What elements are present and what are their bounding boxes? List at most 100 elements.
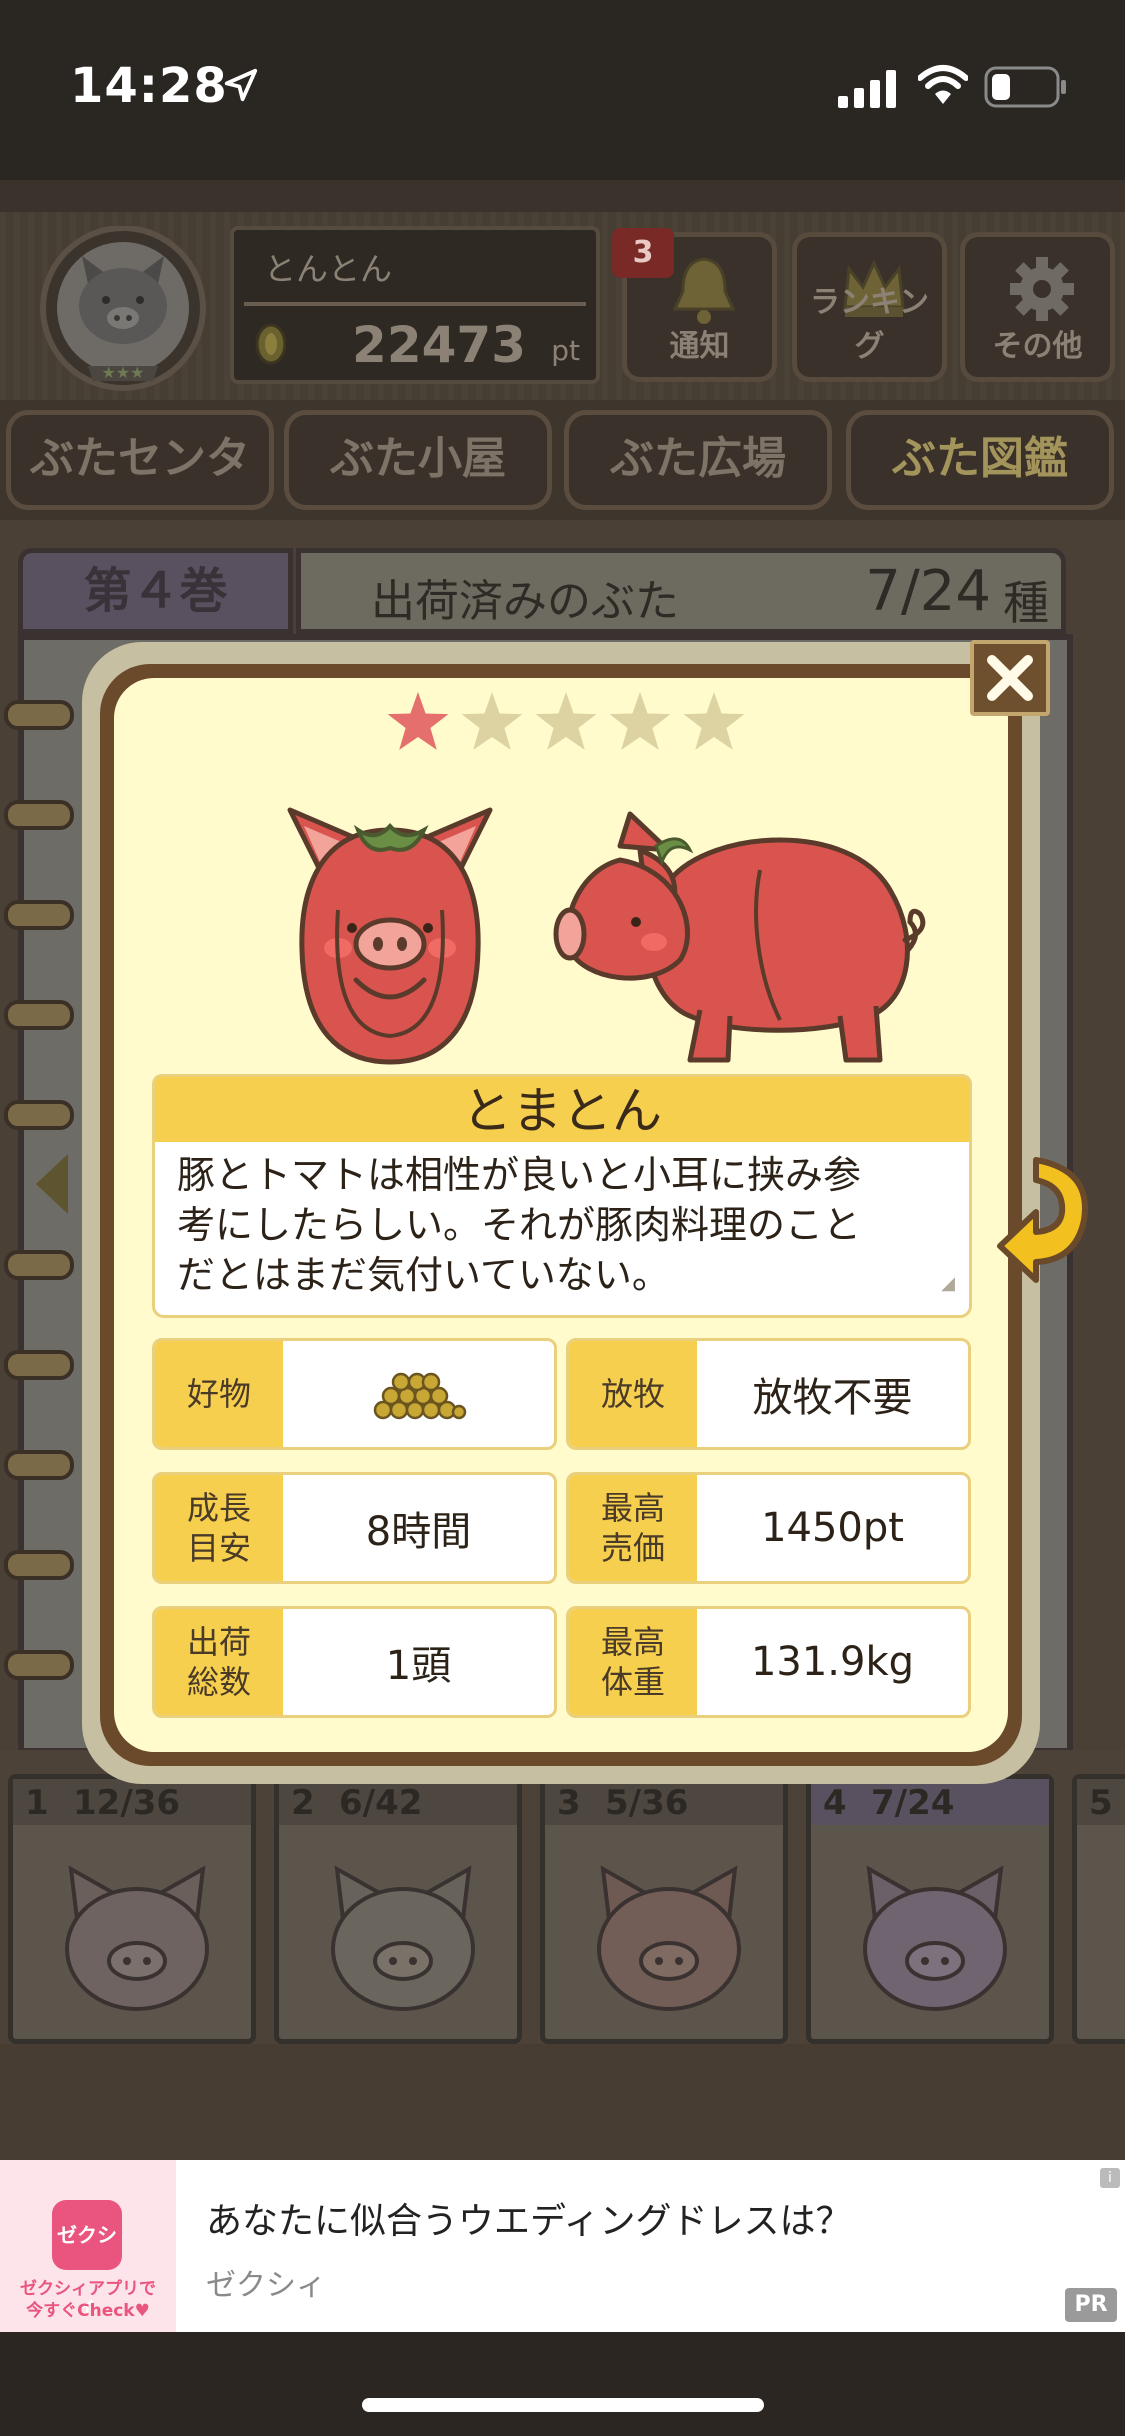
stat-label: 最高 売価 [569,1475,697,1581]
stat-shipped-total: 出荷 総数 1頭 [152,1606,557,1718]
volume-card-4[interactable]: 4 7/24 [806,1774,1054,2044]
status-bar: 14:28 [0,0,1125,180]
corner-mark: ◢ [941,1273,955,1294]
ranking-button[interactable]: ランキング [792,232,947,382]
pig-face-icon [863,1865,1007,2011]
stat-label-line: 出荷 [186,1623,251,1661]
volume-card-header: 1 12/36 [13,1779,251,1825]
binder-ring [4,1250,74,1280]
ad-thumbnail-line: 今すぐCheck [26,2301,135,2321]
stat-value: 放牧不要 [752,1375,913,1421]
stat-label-line: 体重 [600,1663,665,1701]
stat-label: 出荷 総数 [155,1609,283,1715]
volume-card-number: 4 [823,1783,847,1823]
volume-card-count: 7/24 [871,1783,955,1823]
stat-label: 放牧 [569,1341,697,1447]
volume-count-unit: 種 [1003,576,1049,630]
other-settings-button[interactable]: その他 [960,232,1115,382]
tab-pig-center[interactable]: ぶたセンター [6,410,274,572]
player-avatar-pig-icon[interactable]: ★★★ [28,226,218,391]
volume-card-number: 5 [1089,1783,1113,1823]
binder-ring [4,1350,74,1380]
svg-text:★★★: ★★★ [101,363,144,382]
tomaton-pig-side-image [553,811,926,1063]
star-filled-icon [387,692,449,750]
location-arrow-icon [224,68,258,102]
home-indicator-area [0,2332,1125,2436]
stat-label-line: 総数 [186,1663,251,1701]
tomaton-pig-front-image [287,807,493,1065]
volume-card-number: 3 [557,1783,581,1823]
volume-tab: 第４巻 [18,548,293,634]
notice-count-badge: 3 [612,228,674,278]
status-time: 14:28 [70,58,228,114]
cellular-signal-icon [838,70,896,108]
stat-max-price: 最高 売価 1450pt [566,1472,971,1584]
other-label: その他 [992,329,1083,364]
previous-page-arrow-icon[interactable] [30,1150,70,1218]
stat-value: 131.9kg [750,1639,915,1685]
stat-label: 好物 [155,1341,283,1447]
ad-banner[interactable]: ゼクシィ ゼクシィアプリで 今すぐCheck♥ あなたに似合うウエディングドレス… [0,2160,1125,2332]
pig-face-icon [65,1865,209,2011]
star-empty-icon [609,692,671,750]
binder-ring [4,1100,74,1130]
battery-icon [984,66,1066,108]
home-indicator[interactable] [362,2398,764,2412]
tab-pig-encyclopedia[interactable]: ぶた図鑑 [846,410,1114,510]
stat-value: 1頭 [385,1643,452,1689]
ranking-label: ランキング [809,285,930,364]
next-page-arrow-icon[interactable] [996,1150,1096,1290]
stat-label-line: 成長 [186,1489,251,1527]
stat-label-line: 最高 [600,1623,665,1661]
star-empty-icon [535,692,597,750]
tab-pig-plaza[interactable]: ぶた広場 [564,410,832,510]
description-line: だとはまだ気付いていない。 [177,1253,670,1297]
ad-title[interactable]: あなたに似合うウエディングドレスは？ [206,2192,851,2244]
volume-card-count: 5/36 [605,1783,689,1823]
description-line: 豚とトマトは相性が良いと小耳に挟み参 [177,1153,862,1197]
user-points-unit: pt [551,334,580,367]
bell-icon [672,257,736,324]
volume-card-number: 2 [291,1783,315,1823]
pig-name: とまとん [152,1074,972,1142]
stat-label: 最高 体重 [569,1609,697,1715]
binder-ring [4,700,74,730]
volume-card-3[interactable]: 3 5/36 [540,1774,788,2044]
volume-card-1[interactable]: 1 12/36 [8,1774,256,2044]
volume-card-5[interactable]: 5 [1072,1774,1125,2044]
wifi-icon [918,65,968,104]
volume-card-count: 12/36 [73,1783,181,1823]
volume-card-header: 5 [1077,1779,1125,1825]
volume-card-header: 3 5/36 [545,1779,783,1825]
user-name: とんとん [264,250,393,288]
binder-ring [4,1450,74,1480]
user-panel-divider [244,302,586,306]
ad-thumbnail-line: ゼクシィアプリで [20,2279,156,2299]
grain-pile-icon [373,1372,466,1420]
stat-value: 8時間 [365,1509,472,1555]
volume-header: 出荷済みのぶた 7/24 種 [296,548,1066,634]
volume-card-header: 2 6/42 [279,1779,517,1825]
binder-ring [4,1550,74,1580]
ad-thumbnail-caption: ゼクシィアプリで 今すぐCheck♥ [6,2278,170,2322]
close-button[interactable] [970,640,1050,716]
ad-advertiser: ゼクシィ [206,2268,326,2303]
tab-pig-hut[interactable]: ぶた小屋 [284,410,552,510]
pig-face-icon [331,1865,475,2011]
ad-info-icon[interactable]: i [1100,2168,1120,2188]
star-empty-icon [461,692,523,750]
stat-growth-time: 成長 目安 8時間 [152,1472,557,1584]
ad-pr-badge: PR [1065,2288,1117,2322]
volume-card-count: 6/42 [339,1783,423,1823]
stat-label-line: 目安 [186,1529,251,1567]
ad-thumbnail[interactable]: ゼクシィ ゼクシィアプリで 今すぐCheck♥ [0,2160,176,2332]
gear-icon [1010,257,1074,321]
stat-value [283,1341,554,1447]
volume-card-2[interactable]: 2 6/42 [274,1774,522,2044]
stat-label: 成長 目安 [155,1475,283,1581]
volume-card-header: 4 7/24 [811,1779,1049,1825]
volume-card-number: 1 [25,1783,49,1823]
stat-label-line: 売価 [600,1529,665,1567]
stat-value: 1450pt [761,1505,904,1551]
